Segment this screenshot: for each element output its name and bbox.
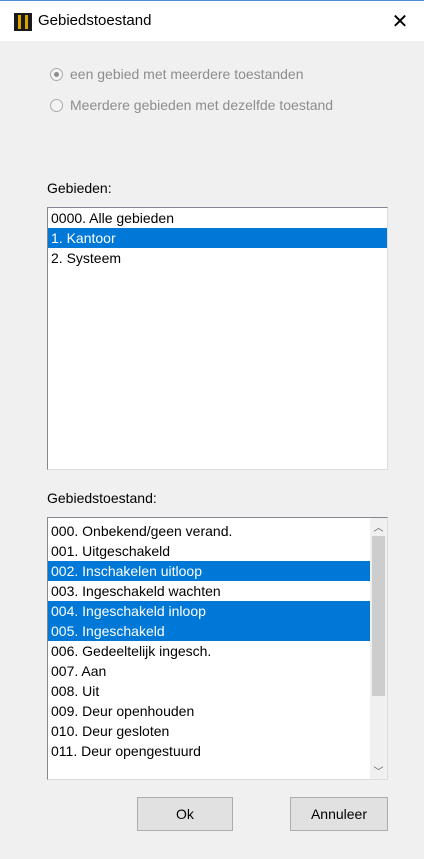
- list-item[interactable]: 002. Inschakelen uitloop: [48, 561, 370, 581]
- scroll-up-icon[interactable]: ︿: [370, 518, 387, 535]
- radio-multiple-areas[interactable]: Meerdere gebieden met dezelfde toestand: [50, 95, 333, 115]
- areas-listbox[interactable]: 0000. Alle gebieden 1. Kantoor 2. Systee…: [47, 207, 388, 470]
- list-item[interactable]: 000. Onbekend/geen verand.: [48, 521, 370, 541]
- scroll-thumb[interactable]: [372, 536, 385, 696]
- scroll-down-icon[interactable]: ﹀: [370, 762, 387, 779]
- radio-checked-icon: [50, 67, 63, 81]
- list-item[interactable]: 0000. Alle gebieden: [48, 208, 387, 228]
- window-title: Gebiedstoestand: [38, 12, 152, 29]
- list-item[interactable]: 008. Uit: [48, 681, 370, 701]
- list-item[interactable]: 1. Kantoor: [48, 228, 387, 248]
- app-icon: [14, 13, 32, 31]
- cancel-button-label: Annuleer: [310, 806, 368, 822]
- vertical-scrollbar[interactable]: ︿ ﹀: [370, 518, 387, 779]
- radio-unchecked-icon: [50, 98, 63, 112]
- title-bar[interactable]: Gebiedstoestand ✕: [0, 1, 424, 41]
- close-icon: ✕: [391, 10, 409, 33]
- list-item[interactable]: 006. Gedeeltelijk ingesch.: [48, 641, 370, 661]
- radio-label: een gebied met meerdere toestanden: [70, 66, 304, 82]
- cancel-button[interactable]: Annuleer: [290, 797, 388, 831]
- ok-button-label: Ok: [176, 806, 194, 822]
- list-item[interactable]: 009. Deur openhouden: [48, 701, 370, 721]
- close-button[interactable]: ✕: [376, 1, 424, 41]
- radio-single-area[interactable]: een gebied met meerdere toestanden: [50, 64, 304, 84]
- list-item[interactable]: 010. Deur gesloten: [48, 721, 370, 741]
- areas-label: Gebieden:: [47, 180, 112, 196]
- dialog-window: Gebiedstoestand ✕ een gebied met meerder…: [0, 0, 424, 859]
- list-item[interactable]: 004. Ingeschakeld inloop: [48, 601, 370, 621]
- radio-label: Meerdere gebieden met dezelfde toestand: [70, 97, 334, 113]
- list-item[interactable]: 011. Deur opengestuurd: [48, 741, 370, 761]
- states-label: Gebiedstoestand:: [47, 490, 157, 506]
- list-item[interactable]: 001. Uitgeschakeld: [48, 541, 370, 561]
- list-item[interactable]: 2. Systeem: [48, 248, 387, 268]
- list-item[interactable]: 007. Aan: [48, 661, 370, 681]
- ok-button[interactable]: Ok: [137, 797, 233, 831]
- states-listbox[interactable]: 000. Onbekend/geen verand. 001. Uitgesch…: [47, 517, 388, 780]
- list-item[interactable]: 005. Ingeschakeld: [48, 621, 370, 641]
- list-item[interactable]: 003. Ingeschakeld wachten: [48, 581, 370, 601]
